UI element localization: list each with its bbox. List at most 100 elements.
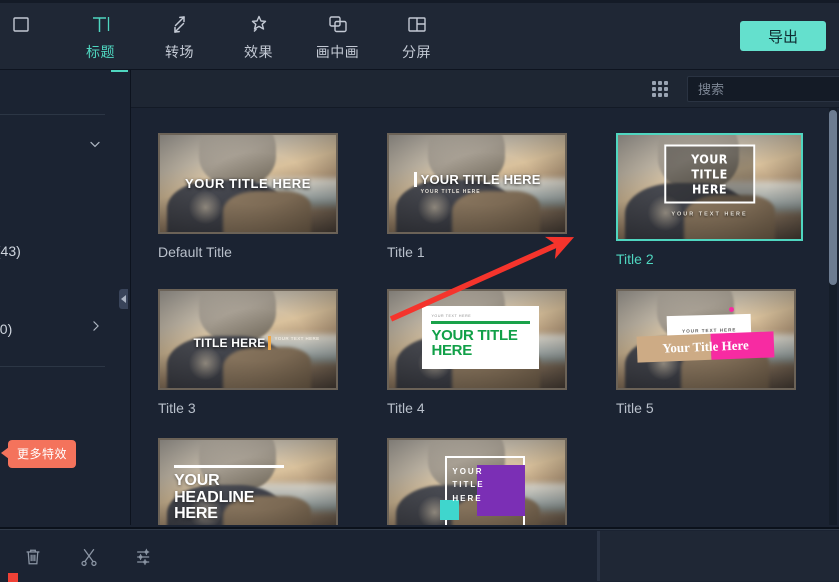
title-template-grid: YOUR TITLE HERE Default Title YOUR TITLE H… — [131, 108, 839, 525]
grid-view-icon[interactable] — [652, 81, 668, 97]
grid-dot — [652, 93, 656, 97]
adjust-settings-icon[interactable] — [130, 543, 160, 571]
grid-dot — [658, 87, 662, 91]
template-cell-title-3[interactable]: TITLE HERE YOUR TEXT HERE Title 3 — [158, 289, 363, 416]
toolbar-top-rule — [0, 529, 839, 530]
template-cell-title-1[interactable]: YOUR TITLE HERE YOUR TITLE HERE Title 1 — [387, 133, 592, 267]
overlay-title-2: YOUR TITLE HERE YOUR TEXT HERE — [663, 144, 756, 218]
overlay-title-6: YOUR HEADLINE HERE — [174, 465, 285, 522]
tab-split-screen[interactable]: 分屏 — [377, 8, 456, 62]
more-effects-badge[interactable]: 更多特效 — [0, 440, 77, 468]
timeline-right-panel — [600, 531, 839, 581]
grid-dot — [652, 87, 656, 91]
timeline-tool-list — [18, 543, 160, 571]
search-box[interactable] — [687, 76, 839, 102]
chevron-right-icon[interactable] — [89, 319, 103, 338]
template-cell-title-5[interactable]: YOUR TEXT HERE Your Title Here Title 5 — [616, 289, 821, 416]
template-thumbnail[interactable]: YOUR TITLE HERE YOUR TEXT HERE — [616, 133, 803, 241]
template-thumbnail[interactable]: YOUR HEADLINE HERE — [158, 438, 338, 525]
sidebar-item-2-label: 20) — [0, 321, 13, 337]
template-name-label: Title 1 — [387, 244, 425, 260]
overlay-main-text: YOUR TITLE HERE — [431, 326, 518, 359]
picture-in-picture-icon — [326, 12, 350, 38]
grid-dot — [658, 93, 662, 97]
template-cell-row3-6[interactable]: YOUR HEADLINE HERE — [158, 438, 363, 525]
overlay-dot — [728, 306, 734, 312]
tab-transition[interactable]: 转场 — [140, 8, 219, 62]
template-cell-default-title[interactable]: YOUR TITLE HERE Default Title — [158, 133, 363, 267]
template-thumbnail[interactable]: YOUR TITLE HERE YOUR TITLE HERE — [387, 133, 567, 234]
template-thumbnail[interactable]: YOUR TITLE HERE — [158, 133, 338, 234]
tab-effects-label: 效果 — [244, 44, 273, 60]
overlay-rule — [431, 320, 530, 324]
overlay-main-text: YOUR TITLE HERE — [184, 176, 311, 191]
sidebar-item-1[interactable]: — (43) — [0, 243, 21, 259]
template-cell-title-4[interactable]: YOUR TEXT HERE YOUR TITLE HERE Title 4 — [387, 289, 592, 416]
template-name-label: Title 4 — [387, 400, 425, 416]
overlay-title-3: TITLE HERE YOUR TEXT HERE — [193, 335, 320, 350]
overlay-sub-text: YOUR TEXT HERE — [671, 211, 748, 218]
template-name-label: Title 2 — [616, 251, 654, 267]
category-sidebar: ) — (43) 20) 更多特效 — [0, 70, 111, 525]
chevron-down-icon[interactable] — [87, 136, 103, 157]
sidebar-item-2[interactable]: 20) — [0, 321, 12, 337]
overlay-main-text: YOUR TITLE HERE — [452, 467, 485, 503]
search-input[interactable] — [688, 81, 839, 97]
overlay-sub-text: YOUR TITLE HERE — [420, 188, 481, 195]
overlay-accent-bar — [268, 335, 272, 350]
overlay-title-7: YOUR TITLE HERE — [389, 440, 565, 525]
overlay-main-text: TITLE HERE — [193, 335, 266, 350]
playhead-marker[interactable] — [8, 573, 18, 582]
grid-dot — [652, 81, 656, 85]
collapse-panel-icon[interactable] — [119, 289, 128, 309]
template-name-label: Title 5 — [616, 400, 654, 416]
tab-list: 标题 转场 效果 画中画 分屏 — [0, 8, 456, 72]
template-name-label: Default Title — [158, 244, 232, 260]
template-thumbnail[interactable]: TITLE HERE YOUR TEXT HERE — [158, 289, 338, 390]
sidebar-divider-bottom — [0, 366, 105, 367]
overlay-main-text: YOUR TITLE HERE — [413, 171, 541, 187]
tab-picture-in-picture[interactable]: 画中画 — [298, 8, 377, 62]
tab-title[interactable]: 标题 — [61, 8, 140, 72]
tab-media[interactable] — [0, 8, 61, 42]
tab-title-label: 标题 — [86, 44, 115, 60]
window-top-edge — [0, 0, 839, 3]
video-editor-window: 标题 转场 效果 画中画 分屏 导出 搜索 43) 0) 更多特效 YOUR T… — [0, 0, 839, 582]
grid-dot — [658, 81, 662, 85]
overlay-main-text: YOUR TITLE HERE — [691, 151, 728, 197]
transition-icon — [168, 12, 192, 38]
template-name-label: Title 3 — [158, 400, 196, 416]
overlay-sub-text: YOUR TEXT HERE — [274, 335, 320, 341]
tab-effects[interactable]: 效果 — [219, 8, 298, 62]
top-tab-bar: 标题 转场 效果 画中画 分屏 导出 — [0, 0, 839, 72]
template-thumbnail[interactable]: YOUR TEXT HERE YOUR TITLE HERE — [387, 289, 567, 390]
split-screen-icon — [405, 12, 429, 38]
tab-pip-label: 画中画 — [315, 44, 360, 60]
sidebar-item-1-label: — (43) — [0, 243, 21, 259]
template-cell-row3-7[interactable]: YOUR TITLE HERE — [387, 438, 592, 525]
sidebar-divider-top — [0, 114, 105, 115]
overlay-box: YOUR TITLE HERE — [663, 144, 756, 204]
template-thumbnail[interactable]: YOUR TITLE HERE — [387, 438, 567, 525]
template-thumbnail[interactable]: YOUR TEXT HERE Your Title Here — [616, 289, 796, 390]
trash-delete-icon[interactable] — [18, 543, 48, 571]
tab-split-label: 分屏 — [402, 44, 431, 60]
text-title-icon — [89, 12, 113, 38]
scissors-split-icon[interactable] — [74, 543, 104, 571]
overlay-title-1: YOUR TITLE HERE YOUR TITLE HERE — [413, 171, 541, 195]
export-button[interactable]: 导出 — [740, 21, 826, 51]
timeline-toolbar — [0, 527, 839, 582]
vertical-scrollbar[interactable] — [829, 110, 837, 285]
grid-dot — [664, 81, 668, 85]
overlay-main-text: Your Title Here — [662, 337, 750, 356]
overlay-main-text: YOUR HEADLINE HERE — [174, 472, 255, 522]
overlay-default: YOUR TITLE HERE — [160, 135, 336, 232]
search-toolbar — [131, 70, 839, 108]
tab-transition-label: 转场 — [165, 44, 194, 60]
overlay-title-4: YOUR TEXT HERE YOUR TITLE HERE — [422, 305, 539, 370]
overlay-rule — [174, 465, 285, 469]
media-icon — [11, 12, 33, 38]
template-cell-title-2[interactable]: YOUR TITLE HERE YOUR TEXT HERE Title 2 — [616, 133, 821, 267]
effects-sparkle-icon — [247, 12, 271, 38]
overlay-title-5: YOUR TEXT HERE Your Title Here — [618, 291, 794, 388]
